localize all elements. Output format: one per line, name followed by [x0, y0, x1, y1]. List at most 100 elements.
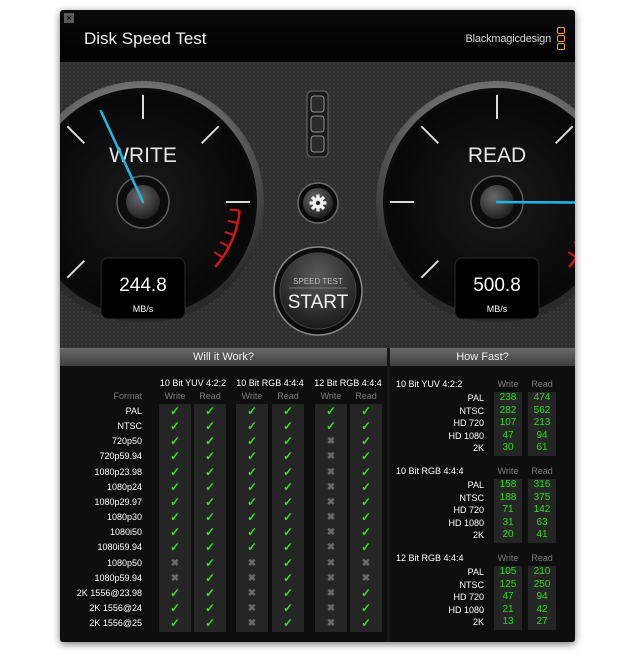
- check-icon: ✓: [246, 525, 258, 540]
- format-label: 720p50: [111, 436, 142, 447]
- cross-icon: ✖: [326, 542, 336, 554]
- target-selector[interactable]: [306, 90, 329, 158]
- read-speed-cell: 562: [533, 404, 551, 416]
- gauge-redline-tick: [229, 208, 240, 212]
- cross-icon: ✖: [170, 572, 180, 584]
- format-label: 2K 1556@25: [89, 618, 142, 629]
- check-icon: ✓: [169, 616, 181, 631]
- section-header: 12 Bit RGB 4:4:4: [396, 553, 464, 563]
- check-icon: ✓: [169, 479, 181, 494]
- read-speed-cell: 41: [536, 529, 548, 541]
- check-icon: ✓: [204, 525, 216, 540]
- check-icon: ✓: [282, 404, 294, 418]
- cross-icon: ✖: [247, 618, 257, 630]
- check-icon: ✓: [360, 464, 372, 479]
- check-icon: ✓: [246, 540, 258, 555]
- read-speed-cell: 42: [536, 603, 548, 615]
- check-icon: ✓: [246, 494, 258, 509]
- check-icon: ✓: [204, 510, 216, 525]
- read-column-header: Read: [531, 466, 553, 476]
- check-icon: ✓: [360, 434, 372, 449]
- app-title: Disk Speed Test: [84, 29, 207, 48]
- selector-button-1[interactable]: [310, 95, 325, 113]
- check-icon: ✓: [169, 404, 181, 418]
- check-icon: ✓: [169, 525, 181, 540]
- check-icon: ✓: [169, 449, 181, 464]
- settings-button[interactable]: [297, 182, 339, 224]
- disk-speed-test-window: × Disk Speed Test Blackmagicdesign WRITE…: [60, 10, 575, 642]
- check-icon: ✓: [360, 449, 372, 464]
- read-speed-cell: 94: [536, 591, 548, 603]
- cross-icon: ✖: [247, 602, 257, 614]
- write-speed-value: 244.8: [119, 275, 167, 296]
- read-speed-cell: 61: [536, 442, 548, 454]
- format-label: 1080p59.94: [94, 572, 142, 583]
- write-speed-unit: MB/s: [133, 304, 154, 314]
- column-subheader: Write: [164, 391, 186, 401]
- format-label: 1080i50: [109, 527, 142, 538]
- format-label: 720p59.94: [99, 451, 142, 462]
- blackmagic-logo-icon: [557, 27, 565, 51]
- write-speed-cell: 20: [502, 529, 514, 541]
- format-label: 1080p23.98: [94, 466, 142, 477]
- how-fast-header: How Fast?: [390, 348, 575, 367]
- check-icon: ✓: [282, 449, 294, 464]
- check-icon: ✓: [360, 616, 372, 631]
- write-speed-cell: 238: [499, 392, 517, 403]
- column-subheader: Read: [199, 391, 221, 401]
- check-icon: ✓: [282, 510, 294, 525]
- check-icon: ✓: [360, 510, 372, 525]
- cross-icon: ✖: [326, 602, 336, 614]
- write-speed-cell: 158: [499, 479, 517, 490]
- column-group-header: 12 Bit RGB 4:4:4: [314, 378, 382, 388]
- check-icon: ✓: [246, 404, 258, 418]
- cross-icon: ✖: [361, 572, 371, 584]
- check-icon: ✓: [169, 540, 181, 555]
- write-speed-cell: 107: [499, 417, 517, 429]
- check-icon: ✓: [204, 479, 216, 494]
- cross-icon: ✖: [326, 496, 336, 508]
- column-subheader: Write: [320, 391, 342, 401]
- how-fast-panel: How Fast? 10 Bit YUV 4:2:2 Write Read PAL 23…: [390, 348, 575, 642]
- read-speed-cell: 316: [533, 479, 551, 490]
- write-gauge-label: WRITE: [109, 144, 177, 167]
- read-speed-cell: 375: [533, 491, 551, 503]
- read-speed-cell: 142: [533, 504, 551, 516]
- format-label: NTSC: [459, 405, 485, 416]
- check-icon: ✓: [204, 570, 216, 585]
- check-icon: ✓: [282, 585, 294, 600]
- column-subheader: Write: [241, 391, 263, 401]
- selector-button-3[interactable]: [310, 135, 325, 153]
- check-icon: ✓: [204, 449, 216, 464]
- write-speed-cell: 282: [499, 404, 517, 416]
- format-label: PAL: [467, 480, 484, 490]
- check-icon: ✓: [282, 479, 294, 494]
- format-label: HD 720: [453, 418, 484, 429]
- check-icon: ✓: [169, 464, 181, 479]
- check-icon: ✓: [360, 540, 372, 555]
- format-column-header: Format: [113, 391, 142, 401]
- cross-icon: ✖: [326, 436, 336, 448]
- check-icon: ✓: [282, 525, 294, 540]
- format-label: 2K 1556@24: [89, 602, 142, 613]
- selector-button-2[interactable]: [310, 115, 325, 133]
- cross-icon: ✖: [247, 572, 257, 584]
- read-speed-unit: MB/s: [487, 304, 508, 314]
- format-label: 1080p30: [106, 512, 142, 523]
- check-icon: ✓: [204, 434, 216, 449]
- check-icon: ✓: [246, 449, 258, 464]
- cross-icon: ✖: [326, 512, 336, 524]
- cross-icon: ✖: [326, 451, 336, 463]
- check-icon: ✓: [282, 600, 294, 615]
- speed-test-start-button[interactable]: SPEED TEST START: [273, 246, 363, 336]
- format-label: 2K: [472, 530, 484, 541]
- check-icon: ✓: [169, 434, 181, 449]
- check-icon: ✓: [204, 464, 216, 479]
- check-icon: ✓: [246, 434, 258, 449]
- format-label: NTSC: [459, 579, 485, 590]
- close-icon[interactable]: ×: [64, 13, 74, 23]
- check-icon: ✓: [325, 404, 337, 418]
- format-label: 2K: [472, 443, 484, 454]
- format-label: 2K: [472, 617, 484, 628]
- format-label: HD 720: [453, 592, 484, 603]
